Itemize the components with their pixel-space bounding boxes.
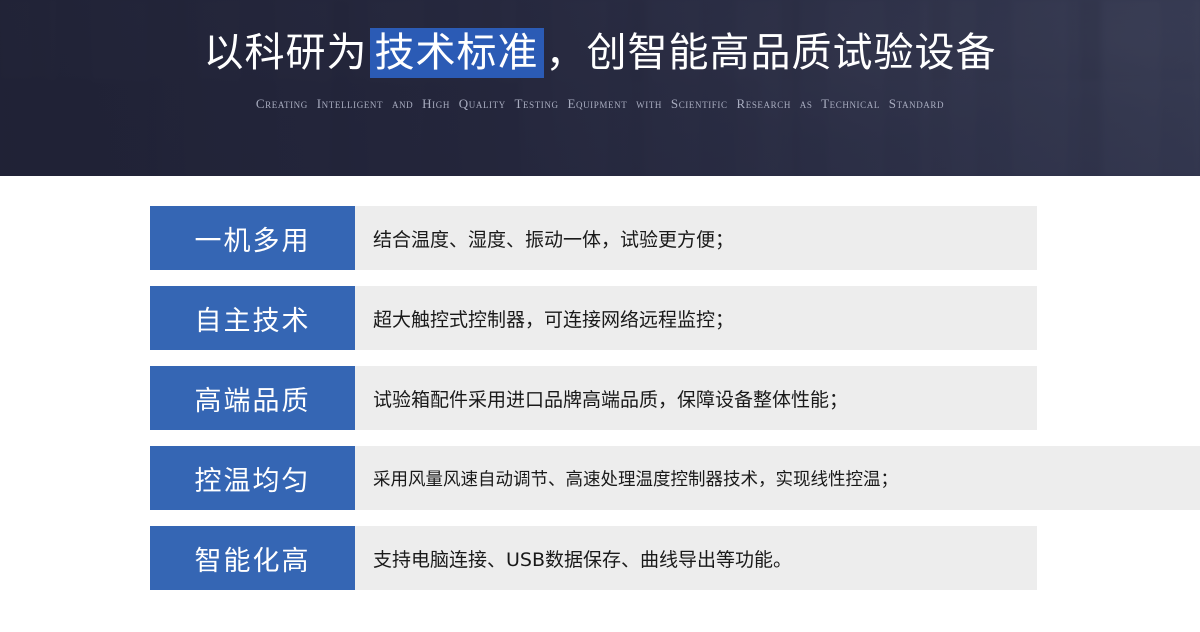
banner-content: 以科研为 技术标准 ，创智能高品质试验设备 Creating Intelligent… [0, 0, 1200, 176]
feature-label: 自主技术 [150, 286, 355, 350]
feature-row: 高端品质 试验箱配件采用进口品牌高端品质，保障设备整体性能； [150, 366, 1037, 430]
feature-label: 一机多用 [150, 206, 355, 270]
feature-description: 支持电脑连接、USB数据保存、曲线导出等功能。 [373, 548, 793, 571]
feature-row: 智能化高 支持电脑连接、USB数据保存、曲线导出等功能。 [150, 526, 1037, 590]
feature-description: 结合温度、湿度、振动一体，试验更方便； [373, 228, 735, 251]
banner-title-suffix: ，创智能高品质试验设备 [545, 30, 997, 76]
feature-description: 超大触控式控制器，可连接网络远程监控； [373, 308, 735, 331]
hero-banner: 以科研为 技术标准 ，创智能高品质试验设备 Creating Intelligent… [0, 0, 1200, 176]
feature-row: 自主技术 超大触控式控制器，可连接网络远程监控； [150, 286, 1037, 350]
banner-title-prefix: 以科研为 [203, 30, 368, 76]
banner-subtitle: Creating Intelligent and High Quality Te… [255, 96, 945, 111]
feature-description: 采用风量风速自动调节、高速处理温度控制器技术，实现线性控温； [373, 469, 898, 490]
feature-list: 一机多用 结合温度、湿度、振动一体，试验更方便； 自主技术 超大触控式控制器，可… [0, 176, 1200, 590]
feature-label: 控温均匀 [150, 446, 355, 510]
banner-title-highlight: 技术标准 [369, 28, 544, 78]
feature-description: 试验箱配件采用进口品牌高端品质，保障设备整体性能； [373, 388, 849, 411]
feature-label: 智能化高 [150, 526, 355, 590]
feature-label: 高端品质 [150, 366, 355, 430]
feature-row: 一机多用 结合温度、湿度、振动一体，试验更方便； [150, 206, 1037, 270]
banner-title: 以科研为 技术标准 ，创智能高品质试验设备 [204, 28, 997, 78]
feature-row: 控温均匀 采用风量风速自动调节、高速处理温度控制器技术，实现线性控温； [150, 446, 1200, 510]
